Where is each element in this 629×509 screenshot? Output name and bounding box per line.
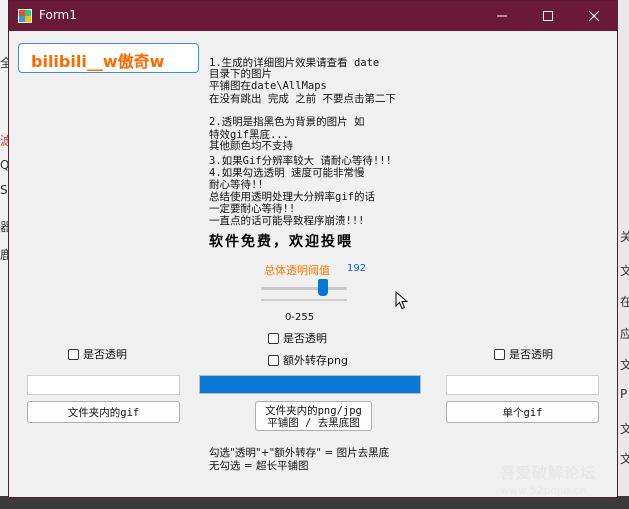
threshold-value: 192 xyxy=(347,263,367,274)
threshold-range-label: 0-255 xyxy=(285,312,315,323)
bg-char: 文 xyxy=(620,264,629,278)
hint-text: 勾选"透明"+"额外转存" = 图片去黑底 无勾选 = 超长平铺图 xyxy=(209,447,389,473)
close-icon xyxy=(588,10,600,22)
right-transparent-checkbox[interactable]: 是否透明 xyxy=(494,346,553,362)
left-path-field[interactable] xyxy=(27,375,180,395)
note-line: 目录下的图片 xyxy=(209,68,272,80)
note-line: 4.如果勾选透明 速度可能非常慢 xyxy=(209,167,365,179)
bg-char: S xyxy=(0,183,8,197)
bg-char: P xyxy=(620,387,628,401)
right-path-field[interactable] xyxy=(446,375,599,395)
checkbox-label: 是否透明 xyxy=(83,348,127,361)
extra-png-checkbox[interactable]: 额外转存png xyxy=(268,352,348,368)
note-line: 2.透明是指黑色为背景的图片 如 xyxy=(209,116,365,128)
slider-thumb[interactable] xyxy=(318,279,329,296)
hint-line: 勾选"透明"+"额外转存" = 图片去黑底 xyxy=(209,447,390,459)
bg-char: 文 xyxy=(620,358,629,372)
checkbox-icon xyxy=(268,354,279,366)
watermark-line2: www.52pojie.cn xyxy=(500,484,587,497)
brand-box: bilibili__w傲奇w xyxy=(18,43,199,73)
note-line: 3.如果Gif分辨率较大 请耐心等待!!! xyxy=(209,155,392,167)
free-software-banner: 软件免费，欢迎投喂 xyxy=(209,234,353,250)
watermark: 吾爱破解论坛 www.52pojie.cn xyxy=(500,462,596,497)
note-line: 总结使用透明处理大分辨率gif的话 xyxy=(209,191,375,203)
button-label-line1: 文件夹内的png/jpg xyxy=(265,405,362,417)
minimize-icon xyxy=(497,15,507,17)
slider-track xyxy=(261,287,347,290)
watermark-line1: 吾爱破解论坛 xyxy=(500,464,597,482)
single-gif-button[interactable]: 单个gif xyxy=(446,401,599,423)
maximize-button[interactable] xyxy=(525,1,571,31)
note-line: 其他颜色均不支持 xyxy=(209,140,293,152)
progress-bar xyxy=(199,375,421,394)
brand-label: bilibili__w傲奇w xyxy=(31,52,165,71)
note-line: 耐心等待!! xyxy=(209,179,264,191)
checkbox-label: 是否透明 xyxy=(509,348,553,361)
threshold-slider[interactable] xyxy=(259,276,351,306)
note-line: 一直点的话可能导致程序崩溃!!! xyxy=(209,215,365,227)
checkbox-label: 额外转存png xyxy=(283,354,348,367)
maximize-icon xyxy=(543,11,553,21)
app-icon xyxy=(18,9,32,23)
checkbox-icon xyxy=(268,332,279,344)
note-line: 平铺图在date\AllMaps xyxy=(209,80,327,92)
button-label-line2: 平铺图 / 去黑底图 xyxy=(267,417,360,429)
center-transparent-checkbox[interactable]: 是否透明 xyxy=(268,330,327,346)
hint-line: 无勾选 = 超长平铺图 xyxy=(209,460,309,472)
form1-window: Form1 bilibili__w傲奇w 1.生成的详细图片效果请查看 date… xyxy=(8,0,618,498)
note-line: 在没有跳出 完成 之前 不要点击第二下 xyxy=(209,93,396,105)
note-line: 一定要耐心等待!! xyxy=(209,203,296,215)
bg-char: 关 xyxy=(620,230,629,244)
title-bar[interactable]: Form1 xyxy=(9,1,617,31)
folder-gif-button[interactable]: 文件夹内的gif xyxy=(27,401,180,423)
close-button[interactable] xyxy=(571,1,617,31)
bg-char: 在 xyxy=(620,295,629,309)
bg-char: 文 xyxy=(620,452,629,466)
progress-fill xyxy=(200,376,420,393)
bg-char: 应 xyxy=(620,327,629,341)
client-area: bilibili__w傲奇w 1.生成的详细图片效果请查看 date 目录下的图… xyxy=(9,31,617,497)
checkbox-icon xyxy=(494,348,505,360)
bg-char: 文 xyxy=(620,422,629,436)
folder-png-jpg-button[interactable]: 文件夹内的png/jpg 平铺图 / 去黑底图 xyxy=(255,401,372,431)
slider-tick-line xyxy=(261,299,347,301)
window-title: Form1 xyxy=(39,8,77,22)
minimize-button[interactable] xyxy=(479,1,525,31)
checkbox-label: 是否透明 xyxy=(283,332,327,345)
mouse-pointer-icon xyxy=(395,291,409,310)
left-transparent-checkbox[interactable]: 是否透明 xyxy=(68,346,127,362)
checkbox-icon xyxy=(68,348,79,360)
